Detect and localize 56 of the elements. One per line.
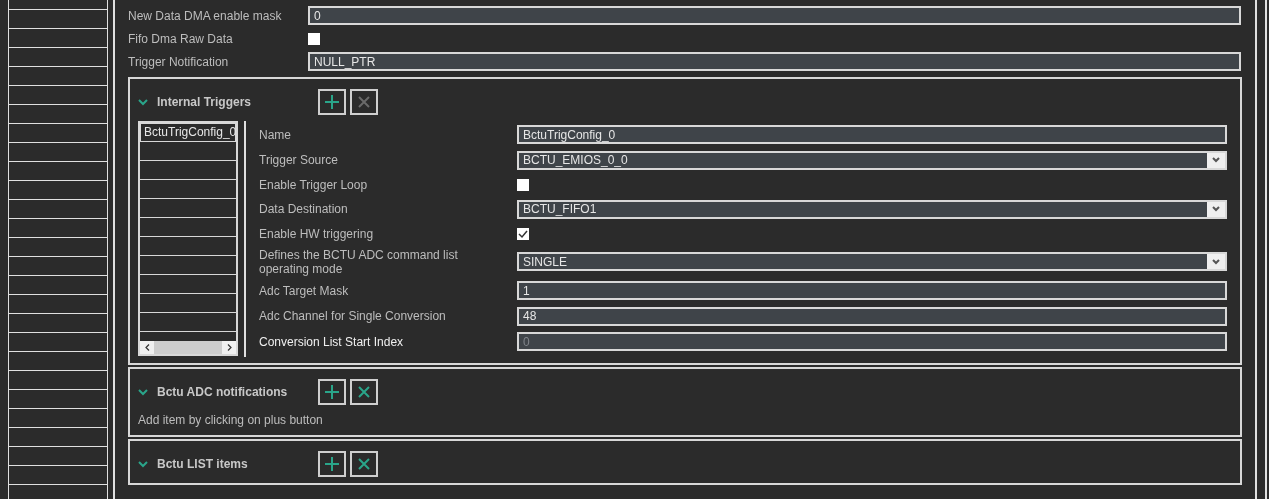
plus-icon <box>324 94 340 110</box>
property-label: Conversion List Start Index <box>259 334 405 349</box>
add-button[interactable] <box>318 378 346 405</box>
field-label: Fifo Dma Raw Data <box>128 30 234 48</box>
property-label: Data Destination <box>259 202 349 216</box>
hint-text: Add item by clicking on plus button <box>138 411 324 429</box>
property-label: Adc Channel for Single Conversion <box>259 309 447 323</box>
remove-button[interactable] <box>350 378 378 405</box>
section-title[interactable]: Bctu LIST items <box>157 454 248 473</box>
dropdown[interactable]: BCTU_EMIOS_0_0 <box>517 150 1227 170</box>
field-value: BCTU_EMIOS_0_0 <box>522 154 629 166</box>
field-value: BCTU_FIFO1 <box>522 203 598 215</box>
property-label: Trigger Source <box>259 153 339 167</box>
horizontal-scrollbar[interactable] <box>140 341 236 354</box>
property-label: Adc Target Mask <box>259 283 350 298</box>
add-button[interactable] <box>318 450 346 477</box>
field-value: SINGLE <box>522 255 568 268</box>
input-field[interactable]: 48 <box>517 306 1227 326</box>
remove-button[interactable] <box>350 450 378 477</box>
plus-icon <box>324 383 340 400</box>
close-icon <box>357 384 371 399</box>
close-icon <box>357 456 371 471</box>
scroll-right-icon[interactable] <box>226 344 232 351</box>
property-label: Enable Trigger Loop <box>259 177 369 192</box>
close-icon <box>357 95 371 109</box>
input-field[interactable]: BctuTrigConfig_0 <box>517 125 1227 144</box>
section-title[interactable]: Internal Triggers <box>157 93 252 111</box>
field-value: 48 <box>522 310 538 322</box>
chevron-down-icon[interactable] <box>138 386 148 397</box>
field-value: NULL_PTR <box>313 55 377 68</box>
scroll-left-icon[interactable] <box>144 344 150 351</box>
checkbox[interactable] <box>308 32 320 45</box>
chevron-down-icon[interactable] <box>138 458 148 469</box>
caret-icon <box>1212 157 1220 163</box>
chevron-down-icon[interactable] <box>138 97 148 107</box>
plus-icon <box>324 455 340 472</box>
property-label: Name <box>259 127 292 142</box>
field-label: Trigger Notification <box>128 53 230 71</box>
checkbox[interactable] <box>517 178 529 191</box>
caret-icon <box>1212 206 1220 212</box>
property-label: Defines the BCTU ADC command list operating mode <box>259 247 459 276</box>
property-label: Enable HW triggering <box>259 226 375 241</box>
input-field[interactable]: 0 <box>308 6 1241 25</box>
dropdown[interactable]: SINGLE <box>517 252 1227 271</box>
field-label: New Data DMA enable mask <box>128 7 283 25</box>
field-value: BctuTrigConfig_0 <box>522 128 617 141</box>
checkbox[interactable] <box>517 227 529 240</box>
field-value: 1 <box>522 284 531 297</box>
input-field[interactable]: NULL_PTR <box>308 52 1241 71</box>
caret-icon <box>1212 258 1220 265</box>
field-value: 0 <box>313 9 322 22</box>
add-button[interactable] <box>318 89 346 115</box>
field-value: 0 <box>522 335 531 348</box>
dropdown[interactable]: BCTU_FIFO1 <box>517 199 1227 219</box>
input-field[interactable]: 1 <box>517 281 1227 300</box>
section-title[interactable]: Bctu ADC notifications <box>157 382 288 401</box>
